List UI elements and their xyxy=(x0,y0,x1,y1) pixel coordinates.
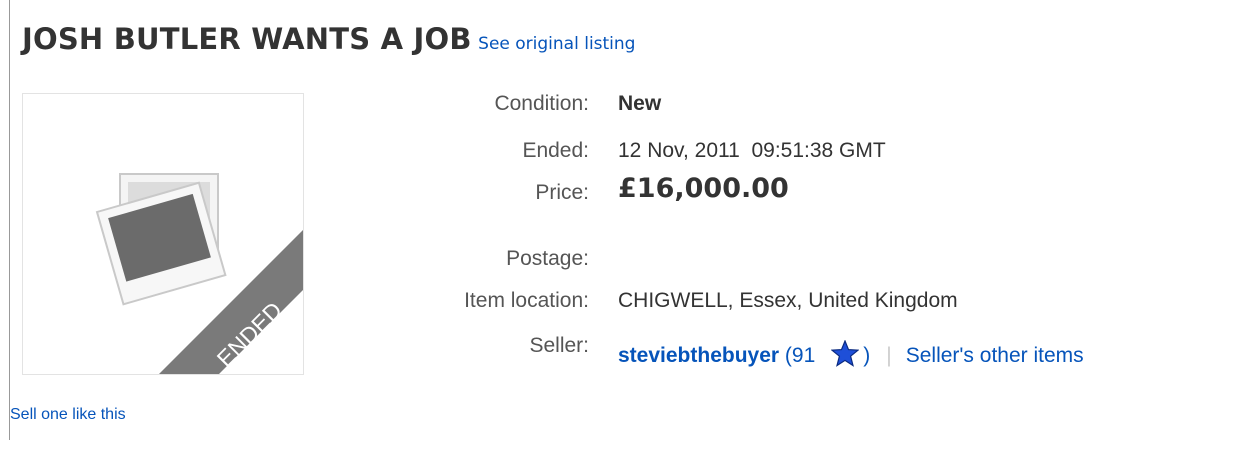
page-title: JOSH BUTLER WANTS A JOB xyxy=(22,22,472,56)
item-location-value: CHIGWELL, Essex, United Kingdom xyxy=(618,289,958,312)
price-value: £16,000.00 xyxy=(618,173,789,204)
title-row: JOSH BUTLER WANTS A JOB See original lis… xyxy=(22,22,635,56)
condition-value: New xyxy=(618,92,662,115)
item-image[interactable]: ENDED xyxy=(22,93,304,375)
postage-label: Postage: xyxy=(506,247,589,270)
blue-star-icon[interactable] xyxy=(831,340,860,367)
see-original-listing-link[interactable]: See original listing xyxy=(478,34,635,54)
ended-label: Ended: xyxy=(522,139,589,162)
price-label: Price: xyxy=(535,181,589,204)
sellers-other-items-link[interactable]: Seller's other items xyxy=(906,344,1084,367)
photo-placeholder-icon: ENDED xyxy=(95,173,303,374)
condition-label: Condition: xyxy=(494,92,589,115)
seller-info: steviebthebuyer (91 ) | Seller's other ite… xyxy=(618,340,1084,370)
seller-name-link[interactable]: steviebthebuyer xyxy=(618,344,779,367)
item-location-label: Item location: xyxy=(464,289,589,312)
ended-value: 12 Nov, 2011 09:51:38 GMT xyxy=(618,139,886,162)
left-divider xyxy=(9,0,10,440)
seller-label: Seller: xyxy=(529,334,589,357)
sell-one-like-this-link[interactable]: Sell one like this xyxy=(10,406,126,424)
feedback-close: ) xyxy=(863,344,871,368)
separator: | xyxy=(886,344,892,368)
feedback-score: (91 xyxy=(784,344,816,368)
